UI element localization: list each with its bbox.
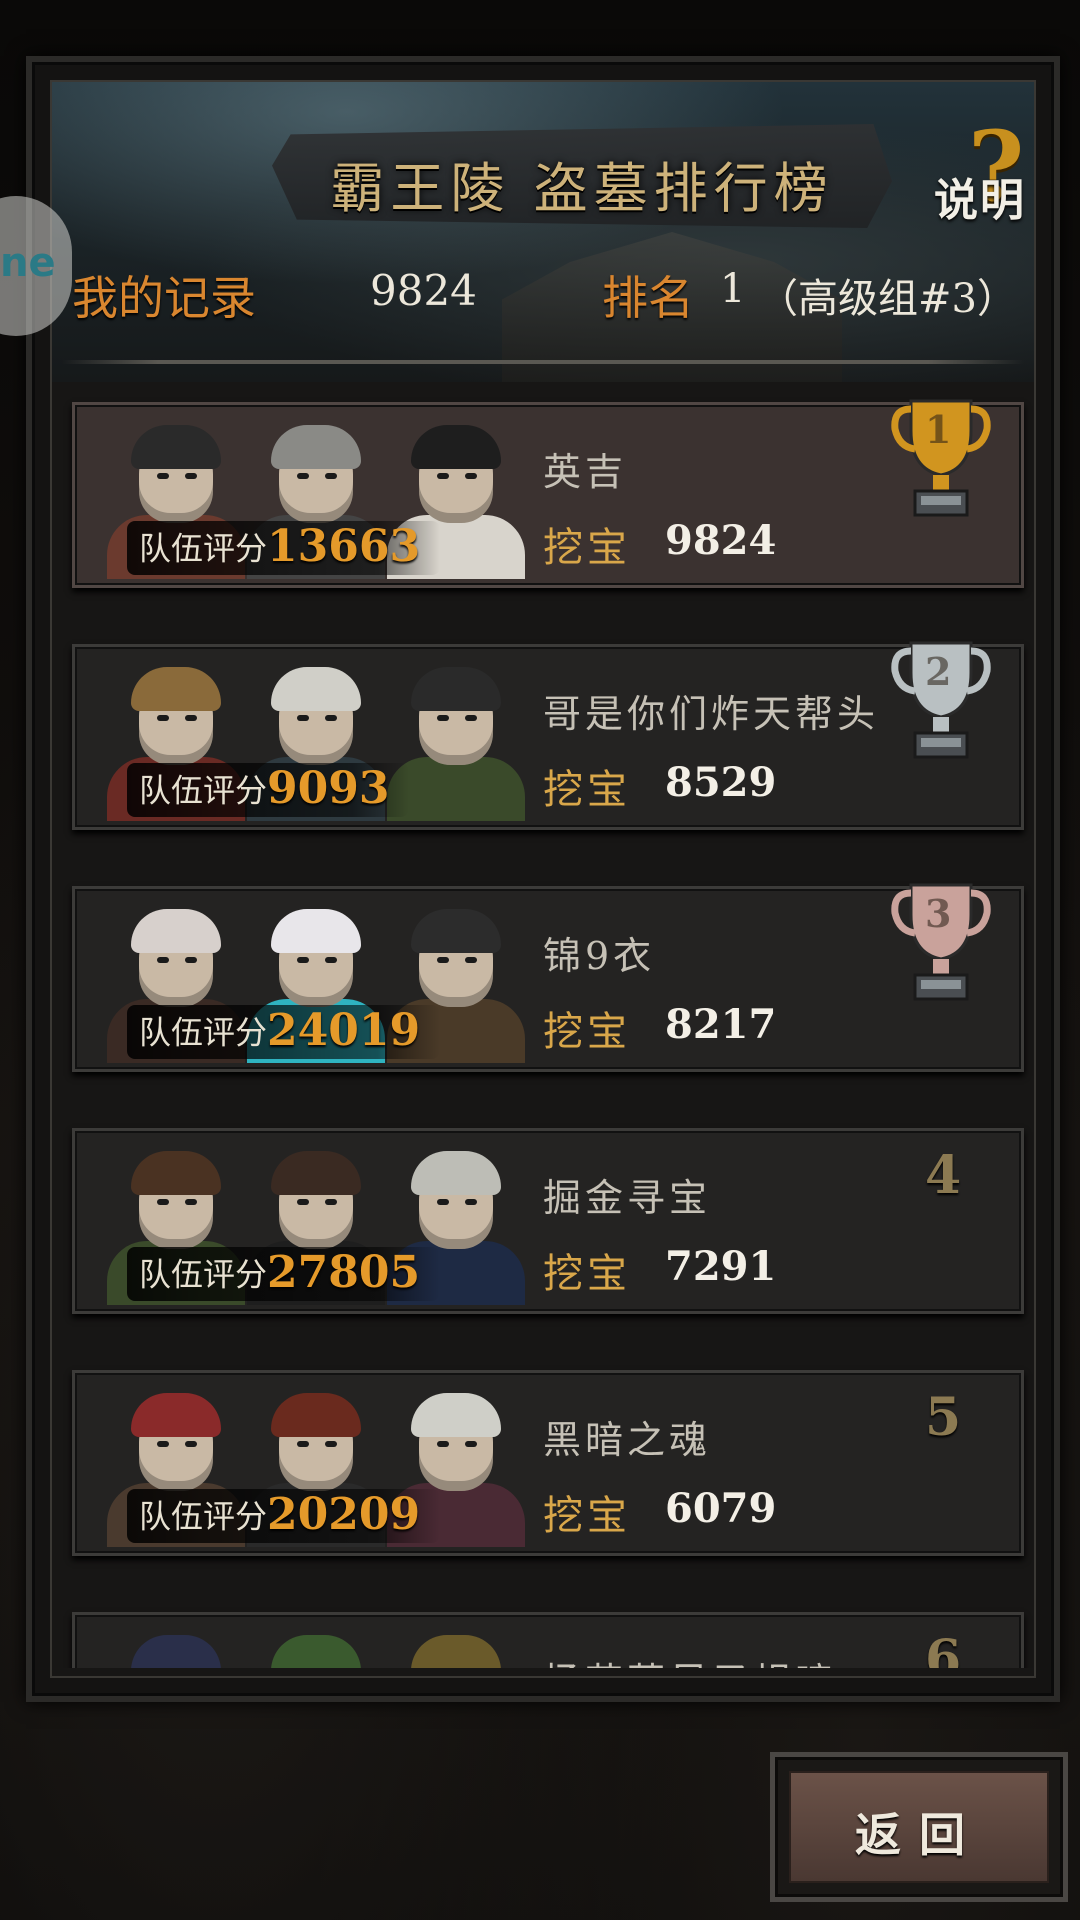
dig-label: 挖宝 — [543, 767, 631, 813]
ranking-card[interactable]: 队伍评分27805 掘金寻宝挖宝 7291 4 — [72, 1128, 1024, 1314]
team-score-plate: 队伍评分9093 — [127, 763, 410, 817]
dig-value: 7291 — [665, 1243, 777, 1290]
back-button[interactable]: 返回 — [770, 1752, 1068, 1902]
trophy-silver-icon: 2 — [891, 633, 991, 765]
hero-portrait — [241, 1621, 391, 1668]
trophy-bronze-icon: 3 — [891, 875, 991, 1007]
my-record-label: 我的记录 — [72, 271, 256, 325]
leaderboard-inner: 霸王陵 盗墓排行榜 ? 说明 我的记录 9824 排名 1 （高级组#3） 队伍… — [50, 80, 1036, 1678]
player-name: 掘金寻宝 — [543, 1176, 712, 1220]
team-score-value: 13663 — [267, 521, 421, 572]
team-score-value: 20209 — [267, 1489, 421, 1540]
ranking-list[interactable]: 队伍评分13663 英吉 挖宝 9824 1 队伍评分9093 哥是你们炸天帮头 挖宝 8529… — [52, 382, 1034, 1668]
trophy-rank-number: 1 — [925, 407, 952, 452]
rank-number: 5 — [925, 1387, 962, 1448]
ranking-card[interactable]: 杨花落尽子规啼 6 — [72, 1612, 1024, 1668]
trophy-rank-number: 2 — [925, 649, 952, 694]
dig-label: 挖宝 — [543, 1251, 631, 1297]
rank-group: （高级组#3） — [758, 276, 1017, 322]
hero-portrait — [101, 1621, 251, 1668]
team-score-plate: 队伍评分27805 — [127, 1247, 441, 1301]
team-score-value: 27805 — [267, 1247, 421, 1298]
player-name: 哥是你们炸天帮头 — [543, 692, 880, 736]
dig-label: 挖宝 — [543, 525, 631, 571]
team-score-plate: 队伍评分20209 — [127, 1489, 441, 1543]
back-button-face: 返回 — [789, 1771, 1049, 1883]
rank-number: 6 — [925, 1629, 962, 1668]
dig-value: 6079 — [665, 1485, 777, 1532]
player-name: 英吉 — [543, 450, 628, 494]
hero-portrait — [381, 1621, 531, 1668]
back-button-label: 返回 — [855, 1808, 983, 1862]
player-name: 黑暗之魂 — [543, 1418, 712, 1462]
team-score-value: 24019 — [267, 1005, 421, 1056]
rank-label: 排名 — [602, 271, 694, 325]
help-label: 说明 — [934, 175, 1026, 226]
dig-value: 8529 — [665, 759, 777, 806]
dig-value: 8217 — [665, 1001, 777, 1048]
dig-value: 9824 — [665, 517, 777, 564]
team-score-value: 9093 — [267, 763, 390, 814]
trophy-gold-icon: 1 — [891, 391, 991, 523]
team-score-label: 队伍评分 — [139, 771, 268, 810]
ranking-card[interactable]: 队伍评分20209 黑暗之魂挖宝 6079 5 — [72, 1370, 1024, 1556]
rank-value: 1 — [720, 266, 746, 312]
ranking-card[interactable]: 队伍评分9093 哥是你们炸天帮头 挖宝 8529 2 — [72, 641, 1024, 830]
player-name: 锦9衣 — [543, 934, 656, 978]
team-score-label: 队伍评分 — [139, 1497, 268, 1536]
team-score-plate: 队伍评分13663 — [127, 521, 441, 575]
team-portraits — [81, 1615, 541, 1668]
dig-label: 挖宝 — [543, 1493, 631, 1539]
dig-label: 挖宝 — [543, 1009, 631, 1055]
team-score-plate: 队伍评分24019 — [127, 1005, 441, 1059]
page-title: 霸王陵 盗墓排行榜 — [330, 157, 834, 220]
rank-number: 4 — [925, 1145, 962, 1206]
trophy-rank-number: 3 — [925, 891, 952, 936]
my-record-value: 9824 — [370, 266, 477, 315]
ranking-card[interactable]: 队伍评分24019 锦9衣挖宝 8217 3 — [72, 883, 1024, 1072]
team-score-label: 队伍评分 — [139, 1013, 268, 1052]
team-score-label: 队伍评分 — [139, 529, 268, 568]
divider — [62, 360, 1024, 364]
player-name: 杨花落尽子规啼 — [543, 1651, 837, 1668]
ranking-card[interactable]: 队伍评分13663 英吉挖宝 9824 1 — [72, 399, 1024, 588]
side-tag-text: ne — [0, 240, 56, 286]
team-score-label: 队伍评分 — [139, 1255, 268, 1294]
my-record-row: 我的记录 9824 排名 1 （高级组#3） — [52, 262, 1034, 342]
leaderboard-panel: 霸王陵 盗墓排行榜 ? 说明 我的记录 9824 排名 1 （高级组#3） 队伍… — [26, 56, 1060, 1702]
help-button[interactable]: ? 说明 — [928, 110, 1034, 228]
